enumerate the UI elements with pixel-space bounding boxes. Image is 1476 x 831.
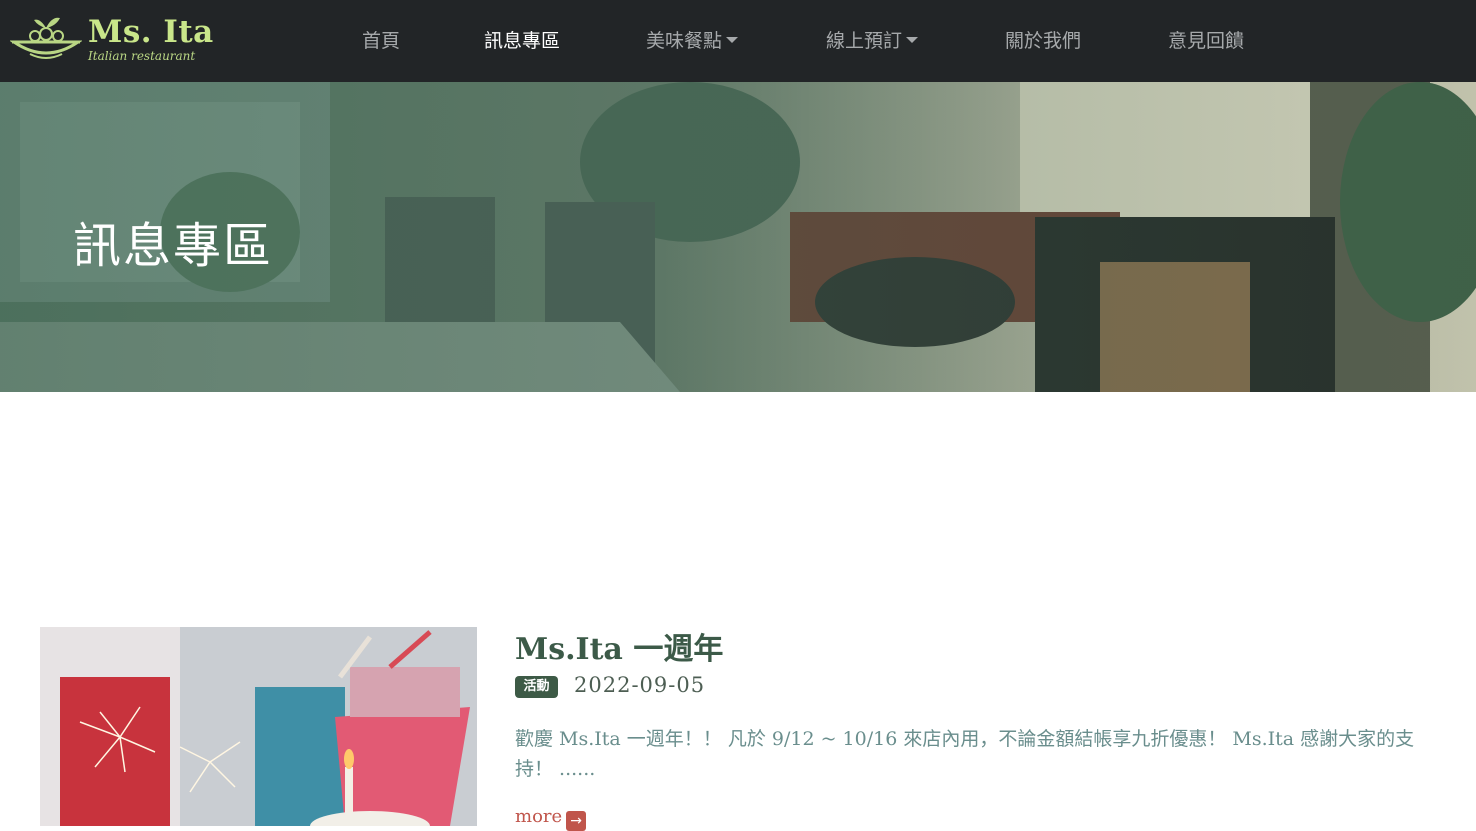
arrow-right-icon: → bbox=[566, 811, 587, 831]
nav-booking-dropdown[interactable]: 線上預訂 bbox=[826, 26, 919, 54]
nav-menu-dropdown[interactable]: 美味餐點 bbox=[646, 26, 739, 54]
nav-news-label: 訊息專區 bbox=[484, 30, 561, 52]
birthday-cake-image bbox=[40, 627, 477, 826]
nav-menu-label: 美味餐點 bbox=[646, 30, 723, 52]
nav-feedback-label: 意見回饋 bbox=[1168, 30, 1245, 52]
more-link-label: more bbox=[515, 806, 563, 827]
article-excerpt: 歡慶 Ms.Ita 一週年！！ 凡於 9/12 ~ 10/16 來店內用，不論金… bbox=[515, 728, 1415, 780]
nav-about[interactable]: 關於我們 bbox=[1005, 26, 1081, 54]
article-thumbnail[interactable] bbox=[40, 627, 477, 826]
more-link[interactable]: more → bbox=[515, 806, 587, 831]
article-date: 2022-09-05 bbox=[574, 673, 706, 697]
caret-down-icon bbox=[906, 37, 919, 43]
nav-home[interactable]: 首頁 bbox=[362, 26, 400, 54]
nav-about-label: 關於我們 bbox=[1005, 30, 1082, 52]
page-title: 訊息專區 bbox=[73, 218, 274, 274]
nav-news[interactable]: 訊息專區 bbox=[484, 26, 560, 54]
navbar: Ms. Ita Italian restaurant 首頁 訊息專區 美味餐點 … bbox=[0, 0, 1476, 82]
hero-banner: 訊息專區 bbox=[0, 82, 1476, 392]
pasta-bowl-icon bbox=[10, 17, 82, 59]
brand-name: Ms. Ita bbox=[88, 14, 214, 50]
caret-down-icon bbox=[726, 37, 739, 43]
brand-subtitle: Italian restaurant bbox=[88, 49, 196, 63]
nav-feedback[interactable]: 意見回饋 bbox=[1168, 26, 1244, 54]
category-badge: 活動 bbox=[515, 676, 558, 698]
nav-booking-label: 線上預訂 bbox=[826, 30, 903, 52]
article-title[interactable]: Ms.Ita 一週年 bbox=[515, 624, 723, 668]
nav-home-label: 首頁 bbox=[362, 30, 401, 52]
brand-logo[interactable]: Ms. Ita Italian restaurant bbox=[10, 12, 213, 68]
